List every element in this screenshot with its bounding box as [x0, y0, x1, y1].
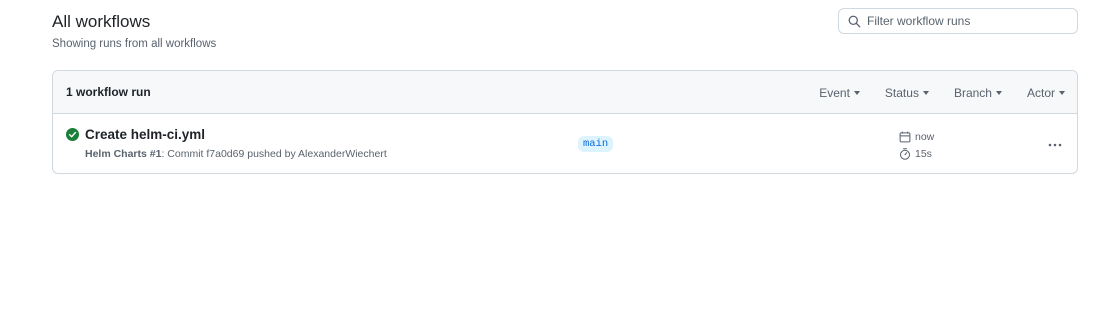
branch-badge[interactable]: main	[578, 136, 614, 152]
check-circle-icon	[66, 128, 79, 141]
caret-down-icon	[922, 91, 929, 95]
filter-search-box[interactable]	[838, 8, 1078, 34]
search-icon	[847, 14, 861, 28]
run-meta: Helm Charts #1: Commit f7a0d69 pushed by…	[85, 148, 387, 161]
runs-list-header: 1 workflow run Event Status Branch Actor	[53, 71, 1077, 114]
run-title-link[interactable]: Create helm-ci.yml	[85, 127, 205, 143]
run-time-line: now	[899, 129, 934, 144]
caret-down-icon	[1059, 91, 1065, 95]
workflow-run-row[interactable]: Create helm-ci.yml Helm Charts #1: Commi…	[53, 114, 1077, 173]
filter-branch-label: Branch	[953, 85, 992, 100]
runs-count: 1 workflow run	[66, 85, 151, 99]
calendar-icon	[899, 130, 912, 143]
run-duration-line: 15s	[899, 146, 934, 161]
filter-event-label: Event	[819, 85, 850, 100]
run-more-button[interactable]	[1045, 134, 1065, 152]
workflow-runs-list: 1 workflow run Event Status Branch Actor	[52, 70, 1078, 174]
run-timing: now 15s	[899, 129, 934, 161]
caret-down-icon	[995, 91, 1002, 95]
filter-branch[interactable]: Branch	[954, 86, 1002, 100]
stopwatch-icon	[899, 147, 912, 160]
page-subtitle: Showing runs from all workflows	[52, 38, 217, 50]
filter-status[interactable]: Status	[885, 86, 929, 100]
page-title: All workflows	[52, 12, 151, 31]
search-input[interactable]	[867, 14, 1067, 28]
run-duration: 15s	[915, 147, 932, 160]
filter-status-label: Status	[884, 85, 919, 100]
run-workflow-name: Helm Charts #1	[85, 148, 162, 160]
kebab-horizontal-icon	[1048, 134, 1062, 152]
run-meta-text: : Commit f7a0d69 pushed by AlexanderWiec…	[161, 148, 387, 160]
filter-actor-label: Actor	[1026, 85, 1055, 100]
runs-filters: Event Status Branch Actor	[819, 71, 1065, 114]
caret-down-icon	[853, 91, 860, 95]
filter-actor[interactable]: Actor	[1027, 86, 1065, 100]
filter-event[interactable]: Event	[819, 86, 860, 100]
run-time: now	[915, 130, 935, 143]
page-header: All workflows Showing runs from all work…	[52, 12, 216, 51]
